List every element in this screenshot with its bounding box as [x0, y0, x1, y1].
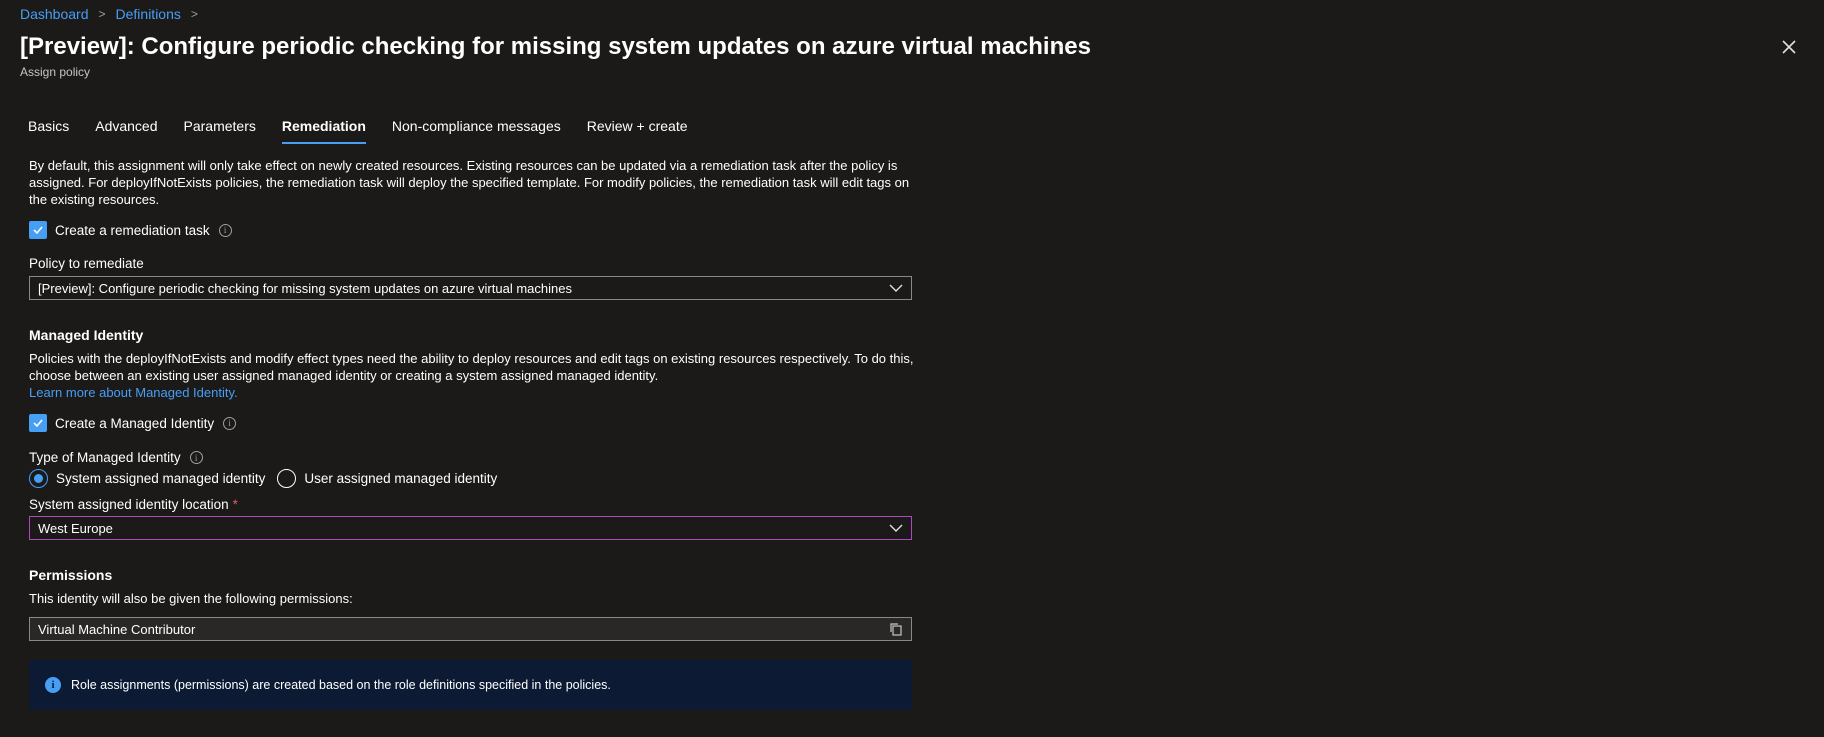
- chevron-right-icon: >: [190, 7, 198, 21]
- create-managed-identity-checkbox[interactable]: [29, 414, 47, 432]
- permissions-role-field: Virtual Machine Contributor: [29, 617, 912, 641]
- chevron-down-icon: [889, 524, 903, 532]
- managed-identity-description: Policies with the deployIfNotExists and …: [29, 351, 914, 383]
- tab-review-create[interactable]: Review + create: [587, 118, 688, 144]
- close-icon[interactable]: [1778, 36, 1800, 58]
- info-banner: i Role assignments (permissions) are cre…: [29, 660, 912, 710]
- create-remediation-task-checkbox[interactable]: [29, 221, 47, 239]
- managed-identity-type-radio-group: System assigned managed identity User as…: [29, 469, 497, 488]
- tab-parameters[interactable]: Parameters: [184, 118, 256, 144]
- policy-to-remediate-dropdown[interactable]: [Preview]: Configure periodic checking f…: [29, 276, 912, 300]
- checkmark-icon: [33, 419, 43, 428]
- tab-advanced[interactable]: Advanced: [95, 118, 157, 144]
- info-icon[interactable]: i: [189, 451, 203, 464]
- identity-location-value: West Europe: [38, 520, 113, 536]
- policy-to-remediate-label: Policy to remediate: [29, 256, 144, 271]
- create-managed-identity-label: Create a Managed Identity: [55, 415, 215, 431]
- type-of-managed-identity-text: Type of Managed Identity: [29, 450, 181, 465]
- user-assigned-radio[interactable]: [277, 469, 297, 488]
- create-managed-identity-row: Create a Managed Identity i: [29, 414, 237, 432]
- learn-more-managed-identity-link[interactable]: Learn more about Managed Identity.: [29, 385, 238, 400]
- breadcrumb-dashboard[interactable]: Dashboard: [20, 6, 89, 22]
- permissions-role-value: Virtual Machine Contributor: [38, 621, 196, 637]
- info-icon[interactable]: i: [223, 416, 237, 430]
- remediation-intro: By default, this assignment will only ta…: [29, 158, 910, 207]
- system-assigned-radio[interactable]: [29, 469, 48, 488]
- breadcrumb: Dashboard > Definitions >: [20, 6, 208, 22]
- info-icon: i: [45, 677, 61, 693]
- create-remediation-task-row: Create a remediation task i: [29, 221, 232, 239]
- permissions-heading: Permissions: [29, 567, 113, 583]
- info-banner-text: Role assignments (permissions) are creat…: [71, 678, 611, 692]
- chevron-right-icon: >: [98, 7, 106, 21]
- tab-basics[interactable]: Basics: [28, 118, 69, 144]
- managed-identity-heading: Managed Identity: [29, 327, 144, 343]
- more-options-icon[interactable]: ···: [1052, 38, 1071, 56]
- create-remediation-task-label: Create a remediation task: [55, 222, 210, 238]
- page-subtitle: Assign policy: [20, 65, 91, 79]
- user-assigned-label: User assigned managed identity: [304, 471, 498, 486]
- chevron-down-icon: [889, 284, 903, 292]
- tab-bar: Basics Advanced Parameters Remediation N…: [28, 118, 714, 144]
- system-assigned-label: System assigned managed identity: [56, 471, 266, 486]
- policy-to-remediate-value: [Preview]: Configure periodic checking f…: [38, 280, 572, 296]
- identity-location-label: System assigned identity location *: [29, 497, 238, 512]
- info-icon[interactable]: i: [218, 223, 232, 237]
- breadcrumb-definitions[interactable]: Definitions: [116, 6, 181, 22]
- identity-location-dropdown[interactable]: West Europe: [29, 516, 912, 540]
- type-of-managed-identity-label: Type of Managed Identity i: [29, 450, 203, 465]
- copy-icon[interactable]: [889, 622, 903, 636]
- permissions-description: This identity will also be given the fol…: [29, 591, 353, 606]
- tab-remediation[interactable]: Remediation: [281, 118, 366, 144]
- page-title: [Preview]: Configure periodic checking f…: [20, 33, 1091, 60]
- checkmark-icon: [33, 226, 43, 235]
- required-indicator: *: [232, 497, 238, 512]
- identity-location-text: System assigned identity location: [29, 497, 229, 512]
- tab-non-compliance-messages[interactable]: Non-compliance messages: [392, 118, 561, 144]
